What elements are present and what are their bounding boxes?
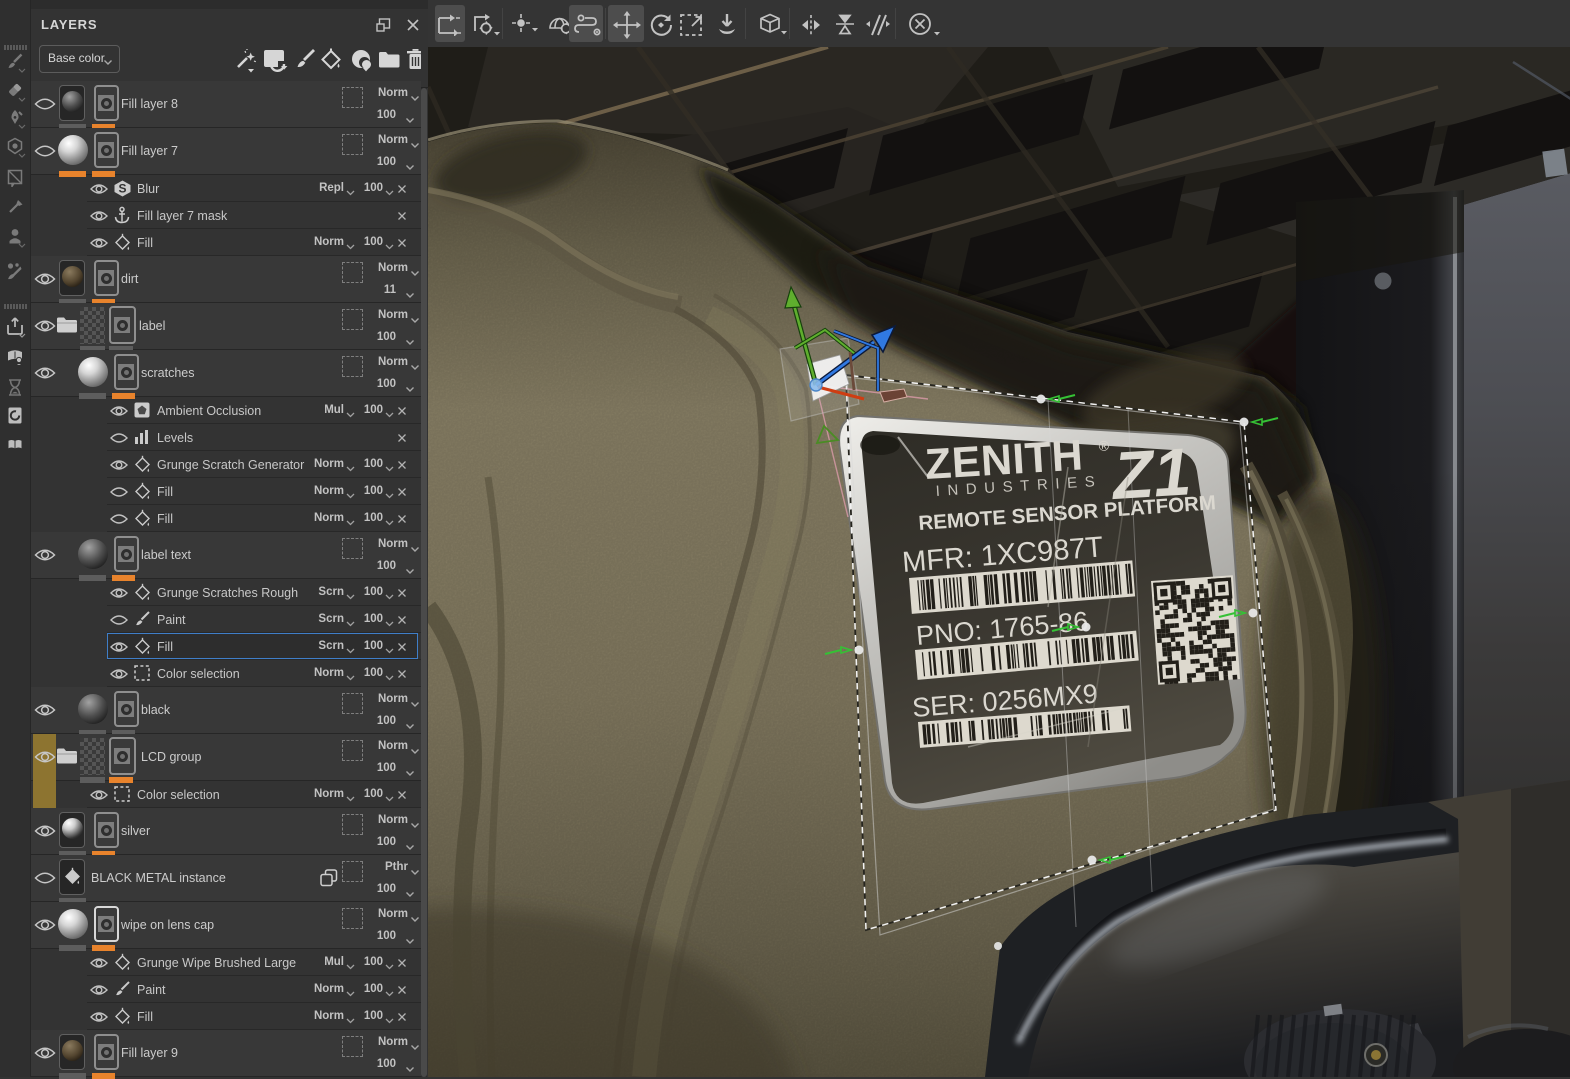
svg-text:®: ® [1098, 437, 1110, 454]
svg-text:S: S [118, 182, 126, 196]
